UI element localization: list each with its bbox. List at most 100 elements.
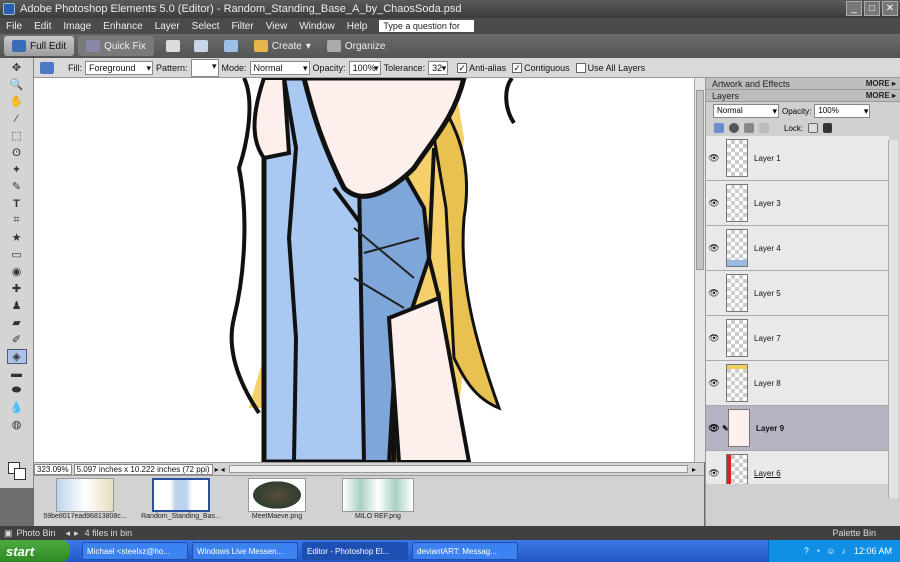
order-prints-icon[interactable] — [223, 40, 238, 52]
taskbar-item[interactable]: Windows Live Messen... — [192, 542, 298, 560]
zoom-tool-icon[interactable]: 🔍 — [7, 77, 27, 92]
crop-tool-icon[interactable]: ⌗ — [7, 213, 27, 228]
layer-row[interactable]: 👁 Layer 1 — [706, 136, 889, 181]
help-search-input[interactable]: Type a question for help — [379, 20, 475, 43]
menu-file[interactable]: File — [0, 21, 28, 32]
trash-icon[interactable] — [744, 123, 754, 133]
anti-alias-checkbox[interactable]: ✓ — [457, 62, 468, 73]
marquee-tool-icon[interactable]: ⬚ — [7, 128, 27, 143]
opacity-field[interactable]: 100% — [348, 60, 381, 75]
photobin-item[interactable]: 59be8017ead96813808c... — [40, 476, 130, 526]
canvas-vertical-scrollbar[interactable] — [694, 78, 705, 462]
prev-file-icon[interactable]: ◂ — [66, 528, 71, 539]
eye-icon[interactable]: 👁 — [706, 468, 722, 479]
menu-edit[interactable]: Edit — [28, 21, 57, 32]
taskbar-item-active[interactable]: Editor - Photoshop El... — [302, 542, 408, 560]
mode-select[interactable]: Normal — [249, 60, 310, 75]
layer-row[interactable]: 👁 Layer 5 — [706, 271, 889, 316]
menu-view[interactable]: View — [260, 21, 294, 32]
eye-icon[interactable]: 👁 — [706, 153, 722, 164]
eye-icon[interactable]: 👁 — [706, 198, 722, 209]
layer-opacity-field[interactable]: 100% — [814, 104, 871, 118]
eye-icon[interactable]: 👁 — [706, 288, 722, 299]
print-icon[interactable] — [165, 40, 180, 52]
layer-row[interactable]: 👁 Layer 7 — [706, 316, 889, 361]
close-button[interactable]: ✕ — [882, 1, 898, 16]
maximize-button[interactable]: □ — [864, 1, 880, 16]
new-layer-icon[interactable] — [714, 123, 724, 133]
tab-full-edit[interactable]: Full Edit — [4, 36, 75, 56]
volume-tray-icon[interactable]: ♪ — [841, 546, 846, 556]
menu-image[interactable]: Image — [57, 21, 97, 32]
menu-window[interactable]: Window — [293, 21, 341, 32]
lock-transparency-icon[interactable] — [808, 123, 819, 133]
menu-filter[interactable]: Filter — [225, 21, 259, 32]
layer-row[interactable]: 👁 Layer 8 — [706, 361, 889, 406]
messenger-tray-icon[interactable]: ☺ — [826, 546, 835, 556]
eye-icon[interactable]: 👁 — [706, 423, 722, 434]
document-canvas[interactable] — [34, 78, 694, 462]
layer-row-selected[interactable]: 👁 ✎ Layer 9 — [706, 406, 889, 451]
healing-brush-tool-icon[interactable]: ✚ — [7, 281, 27, 296]
next-file-icon[interactable]: ▸ — [74, 528, 79, 539]
selection-brush-tool-icon[interactable]: ✎ — [7, 179, 27, 194]
zoom-field[interactable]: 323.09% — [34, 463, 72, 475]
layers-scrollbar[interactable] — [888, 140, 898, 498]
tolerance-field[interactable]: 32 — [428, 60, 449, 75]
shape-tool-icon[interactable]: ⬬ — [7, 383, 27, 398]
artwork-effects-palette-header[interactable]: Artwork and Effects MORE ▸ — [706, 78, 900, 90]
eye-icon[interactable]: 👁 — [706, 243, 722, 254]
gradient-tool-icon[interactable]: ▬ — [7, 366, 27, 381]
lock-all-icon[interactable] — [823, 123, 833, 133]
layer-row[interactable]: 👁 Layer 4 — [706, 226, 889, 271]
menu-select[interactable]: Select — [186, 21, 226, 32]
layers-palette-header[interactable]: Layers MORE ▸ — [706, 90, 900, 102]
help-tray-icon[interactable]: ? — [804, 546, 809, 556]
eraser-tool-icon[interactable]: ▰ — [7, 315, 27, 330]
status-menu-arrow-icon[interactable]: ▸ — [215, 465, 219, 474]
menu-layer[interactable]: Layer — [149, 21, 186, 32]
fill-select[interactable]: Foreground — [85, 60, 153, 75]
magic-wand-tool-icon[interactable]: ✦ — [7, 162, 27, 177]
adjustment-layer-icon[interactable] — [729, 123, 739, 133]
type-tool-icon[interactable]: T — [7, 196, 27, 211]
canvas-horizontal-scrollbar[interactable] — [228, 465, 688, 473]
scroll-right-icon[interactable]: ▸ — [692, 465, 696, 474]
organize-button[interactable]: Organize — [319, 36, 394, 56]
paint-bucket-tool-icon[interactable]: ◈ — [6, 349, 27, 364]
layer-row[interactable]: 👁 Layer 3 — [706, 181, 889, 226]
use-all-layers-checkbox[interactable] — [575, 62, 586, 73]
more-button[interactable]: MORE ▸ — [866, 79, 896, 88]
share-icon[interactable] — [193, 40, 208, 52]
eye-icon[interactable]: 👁 — [706, 378, 722, 389]
create-button[interactable]: Create ▾ — [246, 36, 319, 56]
eyedropper-tool-icon[interactable]: ⁄ — [7, 111, 27, 126]
pattern-picker[interactable] — [190, 58, 219, 77]
photobin-item[interactable]: MILO REF.png — [328, 476, 428, 526]
photo-bin-label[interactable]: Photo Bin — [17, 528, 56, 538]
menu-help[interactable]: Help — [341, 21, 374, 32]
photobin-item[interactable]: MeetMaeve.png — [232, 476, 322, 526]
layer-row[interactable]: 👁 Layer 6 — [706, 451, 889, 484]
photobin-item[interactable]: Random_Standing_Bas... — [136, 476, 226, 526]
brush-tool-icon[interactable]: ✐ — [7, 332, 27, 347]
menu-enhance[interactable]: Enhance — [97, 21, 148, 32]
more-button[interactable]: MORE ▸ — [866, 91, 896, 100]
sponge-tool-icon[interactable]: ◍ — [7, 417, 27, 432]
clone-stamp-tool-icon[interactable]: ♟ — [7, 298, 27, 313]
network-tray-icon[interactable]: ◔ — [815, 546, 820, 556]
background-color-swatch[interactable] — [14, 468, 26, 480]
blur-tool-icon[interactable]: 💧 — [7, 400, 27, 415]
lasso-tool-icon[interactable]: ʘ — [7, 145, 27, 160]
straighten-tool-icon[interactable]: ▭ — [7, 247, 27, 262]
eye-icon[interactable]: 👁 — [706, 333, 722, 344]
tab-quick-fix[interactable]: Quick Fix — [78, 36, 154, 56]
blend-mode-select[interactable]: Normal — [713, 104, 779, 118]
taskbar-item[interactable]: Michael <steelxz@ho... — [82, 542, 188, 560]
taskbar-item[interactable]: deviantART: Messag... — [412, 542, 518, 560]
start-button[interactable]: start — [0, 540, 70, 562]
link-icon[interactable] — [759, 123, 769, 133]
hand-tool-icon[interactable]: ✋ — [7, 94, 27, 109]
scrollbar-thumb[interactable] — [696, 90, 704, 270]
scroll-left-icon[interactable]: ◂ — [221, 465, 225, 474]
